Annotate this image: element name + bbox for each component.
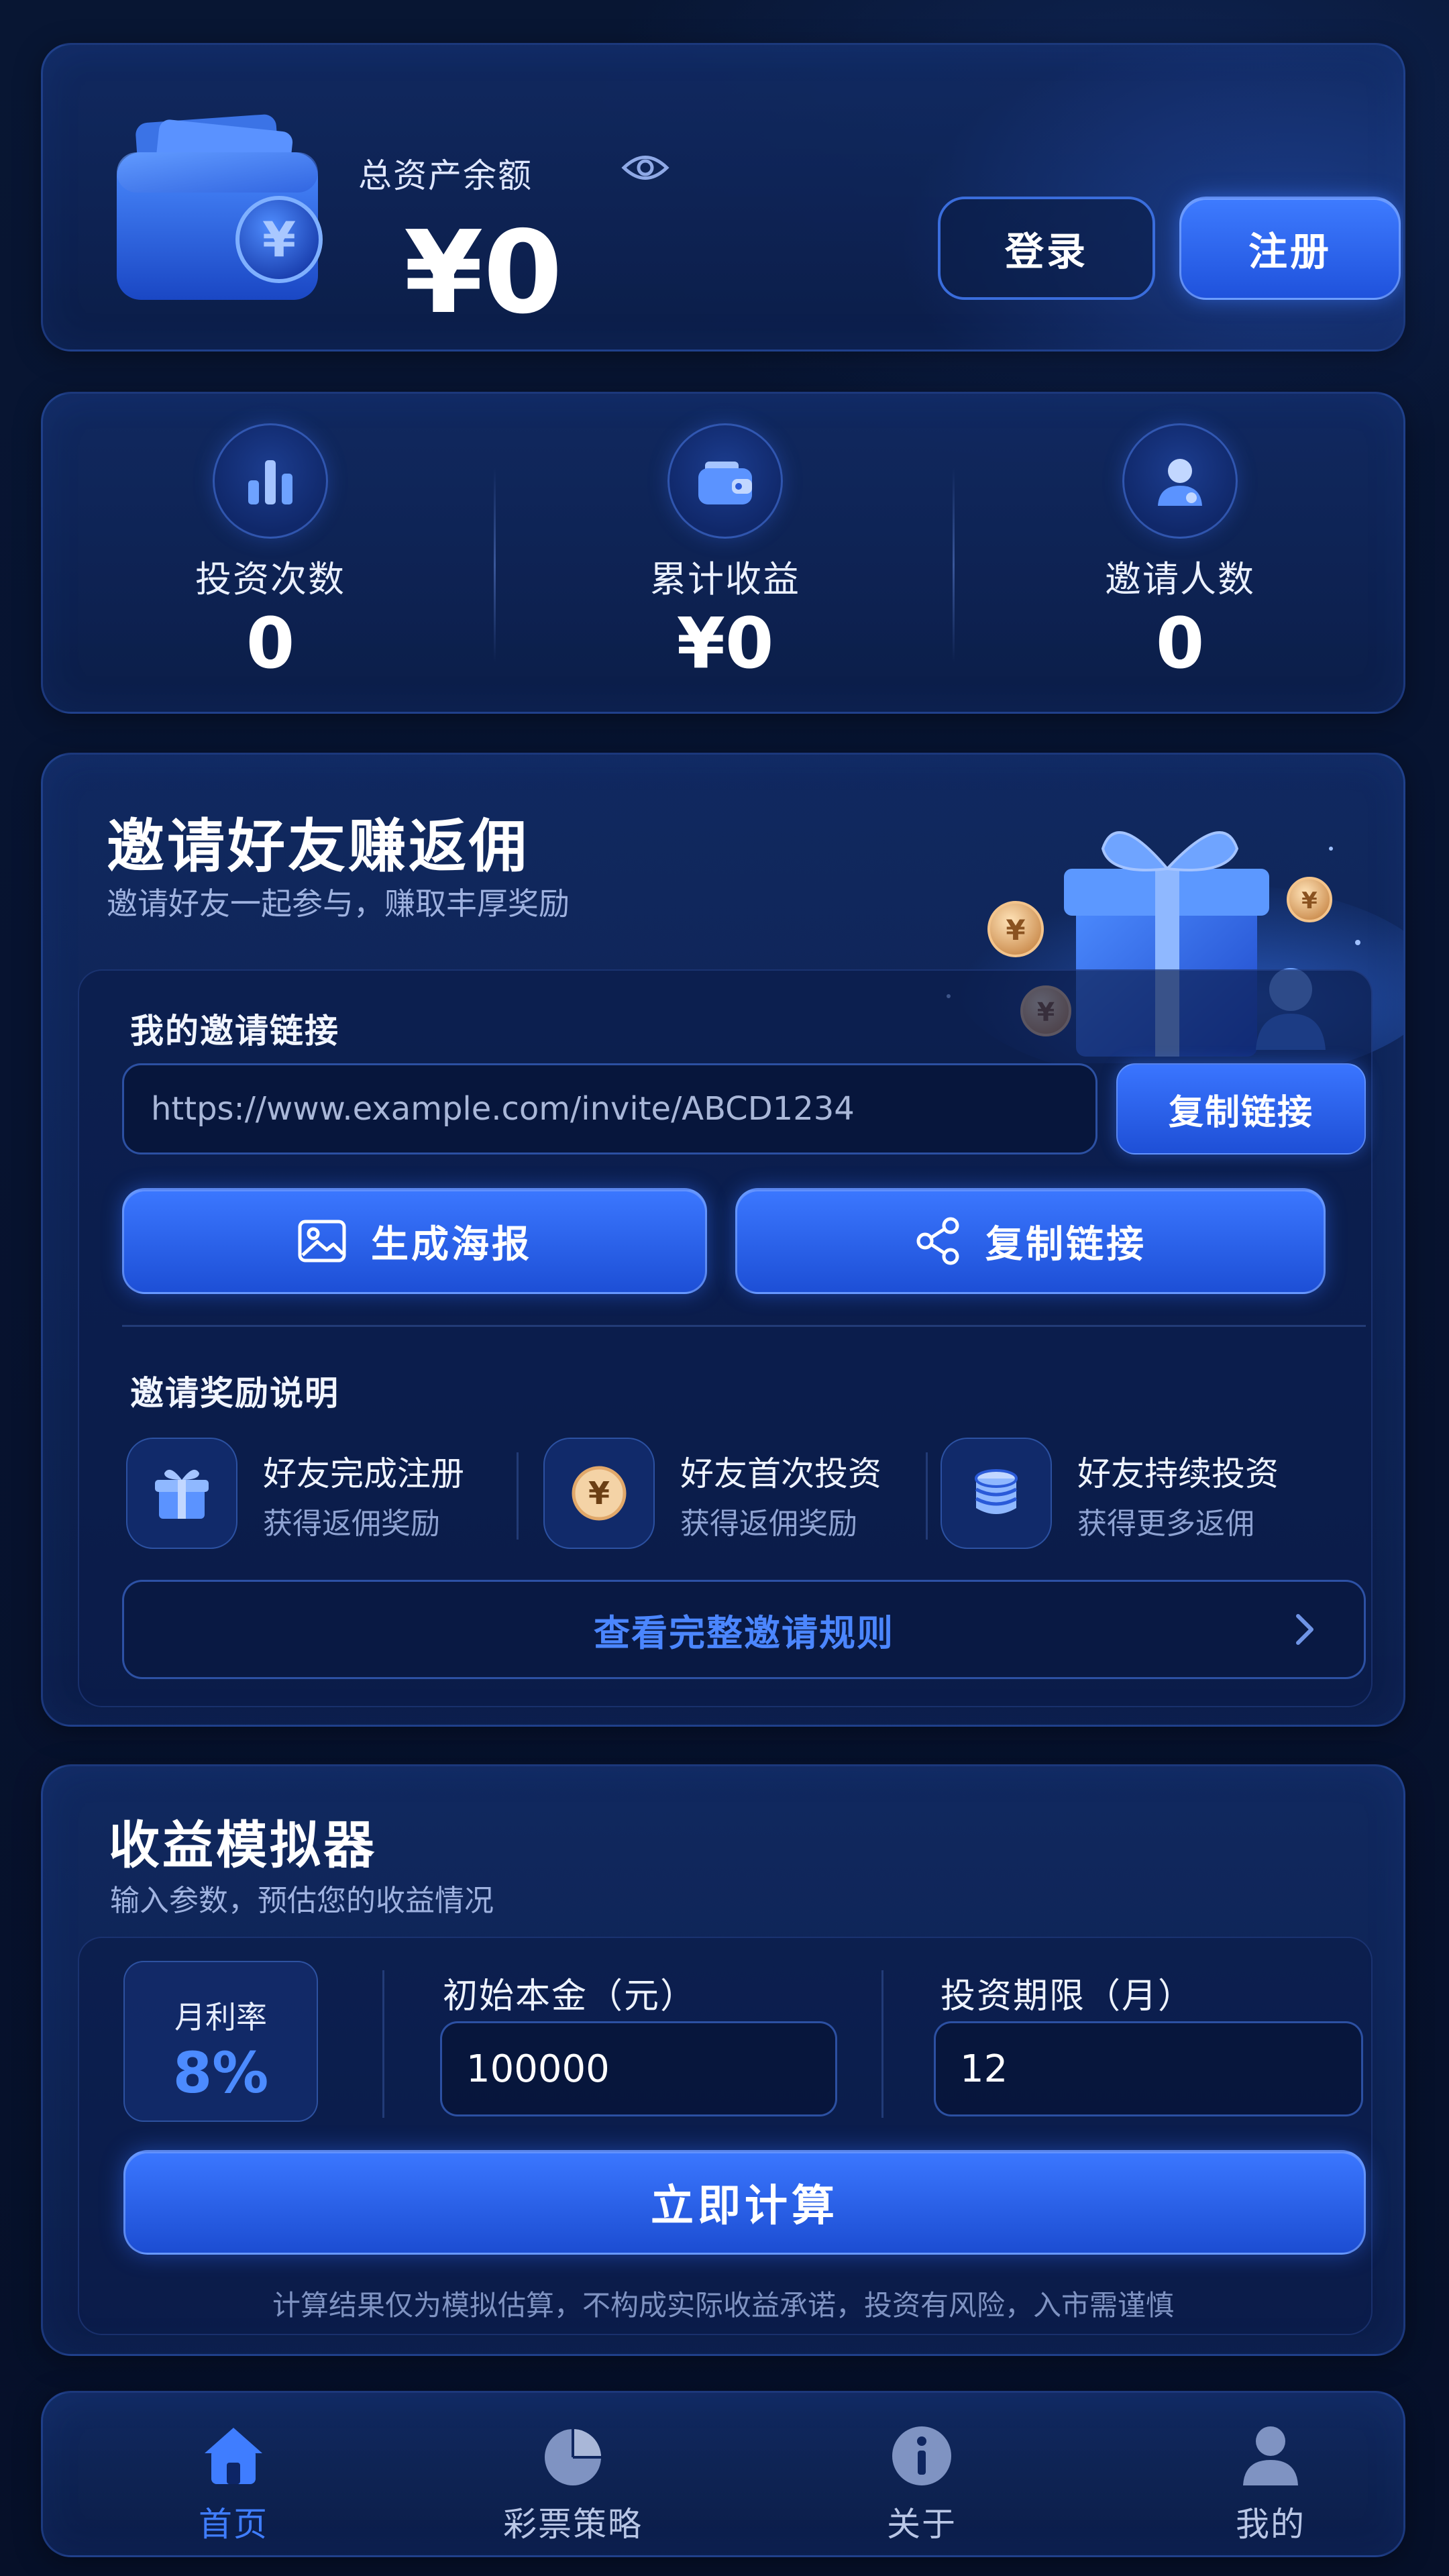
gift-icon bbox=[155, 1469, 209, 1519]
eye-icon[interactable] bbox=[621, 151, 669, 184]
invite-link-label: 我的邀请链接 bbox=[130, 1012, 339, 1051]
nav-label: 彩票策略 bbox=[503, 2505, 643, 2544]
share-icon bbox=[916, 1217, 959, 1265]
share-copy-link-button[interactable]: 复制链接 bbox=[735, 1188, 1326, 1294]
coin-stack-icon bbox=[975, 1469, 1018, 1514]
reward-desc: 获得更多返佣 bbox=[1077, 1507, 1254, 1541]
reward-desc: 获得返佣奖励 bbox=[263, 1507, 440, 1541]
balance-label: 总资产余额 bbox=[358, 156, 533, 195]
wallet-icon: ¥ bbox=[117, 114, 323, 300]
reward-item-first-invest: ¥ 好友首次投资 获得返佣奖励 bbox=[543, 1438, 919, 1552]
wallet-icon bbox=[698, 462, 752, 504]
reward-title: 好友首次投资 bbox=[680, 1454, 881, 1493]
stat-value: 0 bbox=[1155, 602, 1205, 684]
balance-amount: ¥0 bbox=[404, 207, 563, 339]
period-label: 投资期限（月） bbox=[941, 1976, 1195, 2017]
rewards-label: 邀请奖励说明 bbox=[130, 1374, 339, 1413]
monthly-rate-box: 月利率 8% bbox=[123, 1961, 318, 2122]
stat-investment-count: 投资次数 0 bbox=[43, 394, 498, 716]
info-icon bbox=[892, 2426, 951, 2485]
nav-label: 我的 bbox=[1236, 2505, 1305, 2544]
svg-text:¥: ¥ bbox=[1006, 914, 1025, 947]
principal-input[interactable] bbox=[440, 2021, 837, 2116]
field-divider bbox=[382, 1970, 384, 2118]
generate-poster-button[interactable]: 生成海报 bbox=[122, 1188, 707, 1294]
svg-text:¥: ¥ bbox=[1301, 888, 1318, 914]
nav-label: 首页 bbox=[199, 2505, 268, 2544]
simulator-card: 收益模拟器 输入参数，预估您的收益情况 月利率 8% 初始本金（元） 投资期限（… bbox=[41, 1764, 1405, 2356]
yen-coin-icon: ¥ bbox=[572, 1466, 627, 1521]
reward-item-continuous-invest: 好友持续投资 获得更多返佣 bbox=[941, 1438, 1343, 1552]
invite-card: 邀请好友赚返佣 邀请好友一起参与，赚取丰厚奖励 ¥ ¥ 我的邀请链接 https… bbox=[41, 753, 1405, 1727]
profile-icon bbox=[1243, 2426, 1298, 2485]
chevron-right-icon bbox=[1296, 1614, 1313, 1645]
view-rules-label: 查看完整邀请规则 bbox=[594, 1611, 894, 1654]
nav-label: 关于 bbox=[887, 2505, 957, 2544]
login-button[interactable]: 登录 bbox=[938, 197, 1155, 300]
rate-label: 月利率 bbox=[174, 1999, 267, 2035]
principal-label: 初始本金（元） bbox=[443, 1976, 697, 2017]
generate-poster-label: 生成海报 bbox=[371, 1222, 532, 1267]
bottom-nav: 首页 彩票策略 关于 我的 bbox=[41, 2391, 1405, 2557]
stat-invite-count: 邀请人数 0 bbox=[953, 394, 1407, 716]
svg-text:¥: ¥ bbox=[588, 1475, 610, 1511]
reward-divider bbox=[926, 1452, 928, 1540]
svg-text:¥: ¥ bbox=[262, 211, 296, 268]
calculate-button[interactable]: 立即计算 bbox=[123, 2150, 1366, 2255]
view-rules-button[interactable]: 查看完整邀请规则 bbox=[122, 1580, 1366, 1679]
rate-value: 8% bbox=[172, 2040, 269, 2106]
invite-subtitle: 邀请好友一起参与，赚取丰厚奖励 bbox=[107, 885, 570, 922]
section-divider bbox=[122, 1325, 1366, 1327]
copy-link-button[interactable]: 复制链接 bbox=[1116, 1063, 1366, 1155]
register-button[interactable]: 注册 bbox=[1179, 197, 1401, 300]
pie-chart-icon bbox=[545, 2429, 601, 2485]
reward-title: 好友持续投资 bbox=[1077, 1454, 1279, 1493]
stat-total-earnings: 累计收益 ¥0 bbox=[498, 394, 953, 716]
reward-divider bbox=[517, 1452, 519, 1540]
stat-label: 邀请人数 bbox=[1105, 558, 1255, 600]
reward-item-register: 好友完成注册 获得返佣奖励 bbox=[126, 1438, 502, 1552]
bar-chart-icon bbox=[248, 460, 292, 504]
image-icon bbox=[298, 1220, 346, 1263]
app-screen: ¥ 总资产余额 ¥0 登录 注册 投资次数 0 累计收益 ¥0 邀请人数 0 邀… bbox=[0, 0, 1449, 2576]
nav-item-about[interactable]: 关于 bbox=[781, 2393, 1063, 2559]
stat-label: 投资次数 bbox=[195, 558, 345, 600]
stat-value: ¥0 bbox=[676, 602, 774, 684]
share-copy-link-label: 复制链接 bbox=[985, 1222, 1146, 1267]
stats-card: 投资次数 0 累计收益 ¥0 邀请人数 0 bbox=[41, 392, 1405, 714]
home-icon bbox=[205, 2428, 262, 2484]
nav-item-strategy[interactable]: 彩票策略 bbox=[432, 2393, 714, 2559]
period-input[interactable] bbox=[934, 2021, 1363, 2116]
disclaimer-text: 计算结果仅为模拟估算，不构成实际收益承诺，投资有风险，入市需谨慎 bbox=[272, 2289, 1174, 2322]
invite-link-field[interactable] bbox=[122, 1063, 1097, 1155]
reward-title: 好友完成注册 bbox=[263, 1454, 464, 1493]
balance-card: ¥ 总资产余额 ¥0 登录 注册 bbox=[41, 43, 1405, 352]
stat-divider bbox=[494, 468, 496, 662]
simulator-title: 收益模拟器 bbox=[109, 1815, 377, 1875]
nav-item-home[interactable]: 首页 bbox=[93, 2393, 374, 2559]
nav-item-mine[interactable]: 我的 bbox=[1130, 2393, 1411, 2559]
field-divider bbox=[881, 1970, 883, 2118]
reward-desc: 获得返佣奖励 bbox=[680, 1507, 857, 1541]
stat-value: 0 bbox=[246, 602, 295, 684]
user-icon bbox=[1158, 459, 1202, 506]
stat-label: 累计收益 bbox=[650, 558, 800, 600]
simulator-subtitle: 输入参数，预估您的收益情况 bbox=[110, 1884, 494, 1918]
invite-title: 邀请好友赚返佣 bbox=[107, 813, 529, 880]
